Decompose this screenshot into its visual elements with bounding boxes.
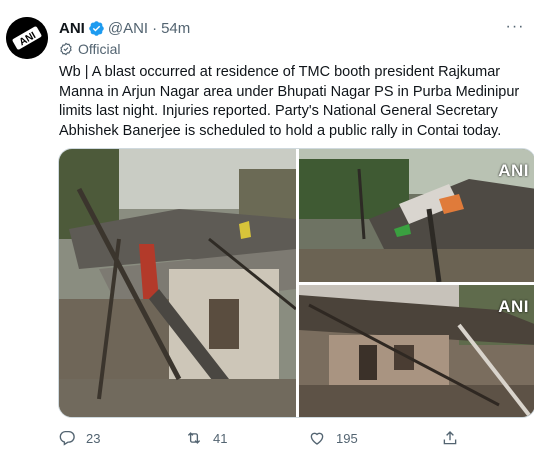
official-icon	[59, 42, 73, 56]
timestamp[interactable]: 54m	[161, 20, 190, 37]
ani-watermark: ANI	[498, 297, 529, 316]
media-grid: ANI ANI	[58, 148, 534, 418]
photo-debris-roof[interactable]: ANI	[299, 149, 534, 282]
display-name[interactable]: ANI	[59, 20, 85, 37]
avatar[interactable]: ANI	[6, 17, 48, 59]
share-icon	[441, 429, 459, 447]
separator-dot: ·	[152, 19, 158, 37]
like-button[interactable]: 195	[308, 427, 358, 449]
retweet-button[interactable]: 41	[185, 427, 227, 449]
reply-count: 23	[86, 430, 101, 446]
tweet-text-line: limits last night. Injuries reported. Pa…	[59, 103, 498, 119]
tweet-header: ANI @ANI · 54m	[59, 17, 190, 39]
tweet-text-line: Manna in Arjun Nagar area under Bhupati …	[59, 83, 520, 100]
like-icon	[308, 429, 326, 447]
handle[interactable]: @ANI	[108, 20, 148, 37]
retweet-icon	[185, 429, 203, 447]
tweet[interactable]: ANI ANI @ANI · 54m ··· Official Wb | A b…	[0, 0, 534, 462]
ani-logo-icon: ANI	[6, 17, 48, 59]
photo-collapsed-roof[interactable]	[59, 149, 296, 417]
official-text: Official	[78, 41, 121, 57]
retweet-count: 41	[213, 430, 228, 446]
reply-icon	[58, 429, 76, 447]
tweet-text-line: Abhishek Banerjee is scheduled to hold a…	[59, 122, 502, 139]
photo-damaged-house[interactable]: ANI	[299, 285, 534, 417]
verified-badge-icon	[88, 20, 105, 37]
more-icon[interactable]: ···	[502, 16, 528, 38]
tweet-text-line: Wb | A blast occurred at residence of TM…	[59, 64, 501, 80]
tweet-text: Wb | A blast occurred at residence of TM…	[59, 63, 525, 141]
like-count: 195	[336, 430, 358, 446]
official-label: Official	[59, 40, 121, 58]
share-button[interactable]	[441, 427, 469, 449]
action-bar: 23 41 195	[58, 427, 478, 449]
ani-watermark: ANI	[498, 161, 529, 180]
reply-button[interactable]: 23	[58, 427, 100, 449]
